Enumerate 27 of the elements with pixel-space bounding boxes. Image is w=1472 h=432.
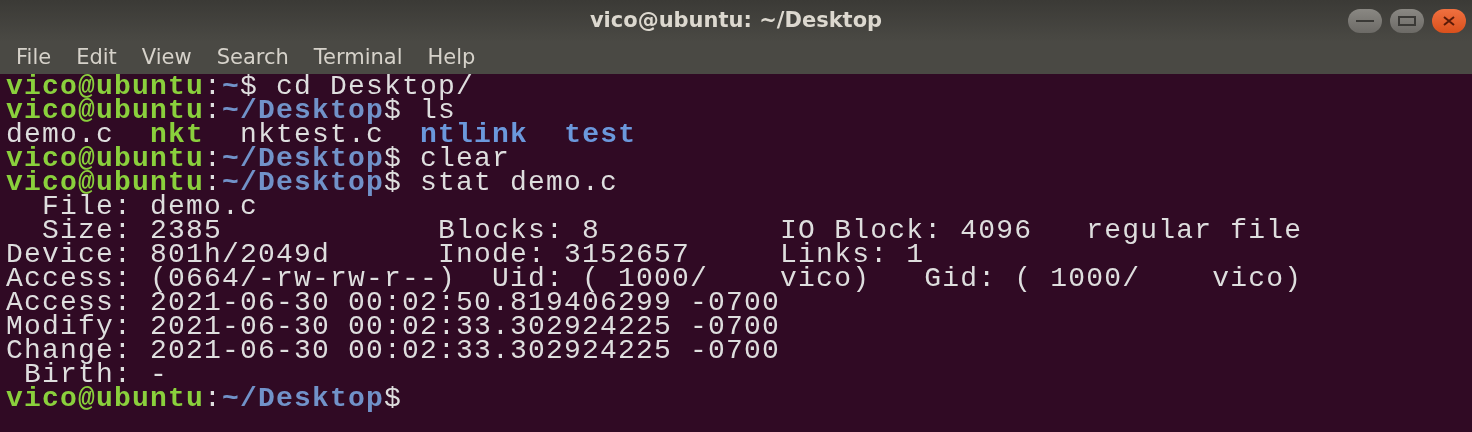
terminal-line: vico@ubuntu:~/Desktop$ clear [6, 147, 512, 171]
close-button[interactable] [1432, 9, 1466, 33]
menu-item[interactable]: Terminal [313, 42, 403, 74]
window-title: vico@ubuntu: ~/Desktop [589, 7, 883, 35]
terminal-line: Change: 2021-06-30 00:02:33.302924225 -0700 [6, 339, 782, 363]
maximize-button[interactable] [1390, 9, 1424, 33]
minimize-button[interactable] [1348, 9, 1382, 33]
terminal-line: Access: (0664/-rw-rw-r--) Uid: ( 1000/ vico) Gid: ( 1000/ vico) [6, 267, 1304, 291]
menu-item[interactable]: File [16, 42, 52, 74]
menu-item[interactable]: Help [427, 42, 476, 74]
terminal-line: Access: 2021-06-30 00:02:50.819406299 -0700 [6, 291, 781, 315]
terminal-line: vico@ubuntu:~$ cd Desktop/ [6, 75, 476, 99]
menu-item[interactable]: Edit [76, 42, 117, 74]
terminal-line: demo.c nkt nktest.c ntlink test [6, 123, 638, 147]
terminal-line: vico@ubuntu:~/Desktop$ ls [6, 99, 457, 123]
terminal-line: Birth: - [24, 363, 169, 387]
minimize-icon [1356, 19, 1374, 23]
terminal-line: File: demo.c [42, 195, 259, 219]
maximize-icon [1398, 16, 1416, 26]
terminal-line: vico@ubuntu:~/Desktop$ [6, 387, 404, 411]
terminal-line: Size: 2385 Blocks: 8 IO Block: 4096 regular file [42, 219, 1304, 243]
menu-item[interactable]: View [141, 42, 192, 74]
terminal-line: Device: 801h/2049d Inode: 3152657 Links: 1 [6, 243, 926, 267]
menu-item[interactable]: Search [216, 42, 289, 74]
close-icon [1443, 16, 1455, 26]
terminal-line: Modify: 2021-06-30 00:02:33.302924225 -0700 [6, 315, 782, 339]
terminal-line: vico@ubuntu:~/Desktop$ stat demo.c [6, 171, 620, 195]
